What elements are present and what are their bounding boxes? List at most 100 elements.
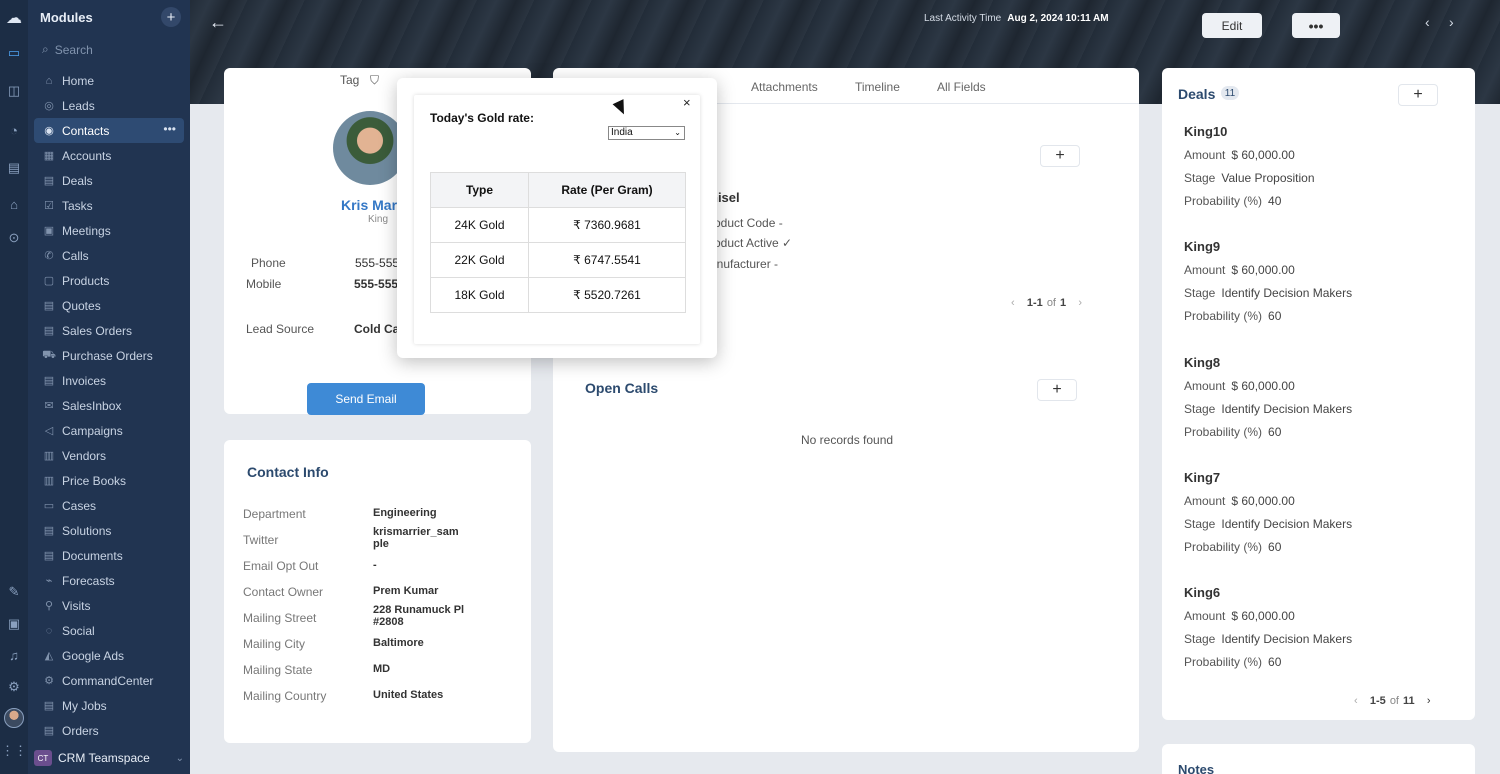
sidebar-item-forecasts[interactable]: ⌁ Forecasts <box>28 568 190 593</box>
more-actions-button[interactable]: ••• <box>1292 13 1340 38</box>
gold-rate-modal: Today's Gold rate: × India ⌄ Type Rate (… <box>397 78 717 358</box>
next-record-icon[interactable]: › <box>1449 14 1454 30</box>
deal-name[interactable]: King9 <box>1184 239 1464 263</box>
mobile-value[interactable]: 555-555 <box>354 277 398 291</box>
sidebar-item-visits[interactable]: ⚲ Visits <box>28 593 190 618</box>
pager-prev-icon[interactable]: ‹ <box>1354 695 1358 707</box>
teamspace-label: CRM Teamspace <box>58 751 150 765</box>
notes-card: Notes <box>1162 744 1475 774</box>
commandcenter-icon: ⚙ <box>44 675 54 687</box>
country-select-value: India <box>611 127 633 138</box>
teamspace-badge: CT <box>34 750 52 766</box>
module-sidebar: Modules + ⌕ Search ⌂ Home ◎ Leads ◉ Contact… <box>28 0 190 774</box>
sidebar-item-contacts[interactable]: ◉ Contacts ••• <box>34 118 184 143</box>
edit-button[interactable]: Edit <box>1202 13 1262 38</box>
sidebar-item-calls[interactable]: ✆ Calls <box>28 243 190 268</box>
bell-icon[interactable]: ♫ <box>5 646 23 664</box>
manufacturer-field: anufacturer - <box>710 257 779 271</box>
purchase-orders-icon: ⛟ <box>42 348 56 361</box>
vendors-icon: ▥ <box>43 450 55 462</box>
search-zoom-icon[interactable]: ⊙ <box>5 229 23 247</box>
sidebar-item-home[interactable]: ⌂ Home <box>28 68 190 93</box>
phone-value[interactable]: 555-555 <box>355 256 399 270</box>
gold-rate-title: Today's Gold rate: <box>430 111 534 125</box>
store-icon[interactable]: ⌂ <box>5 195 23 213</box>
sidebar-item-social[interactable]: ◌ Social <box>28 618 190 643</box>
calendar-icon[interactable]: ▣ <box>5 615 23 633</box>
pie-chart-icon[interactable]: ◔ <box>5 121 23 139</box>
documents-icon: ▤ <box>43 550 55 562</box>
contacts-icon: ◉ <box>44 125 54 137</box>
sidebar-item-purchase-orders[interactable]: ⛟ Purchase Orders <box>28 343 190 368</box>
teamspace-switcher[interactable]: CT CRM Teamspace ⌄ <box>34 746 184 770</box>
calls-icon: ✆ <box>44 250 54 262</box>
solutions-icon: ▤ <box>43 525 55 537</box>
my-jobs-icon: ▤ <box>43 700 55 712</box>
close-icon[interactable]: × <box>683 95 691 110</box>
notes-icon[interactable]: ▤ <box>5 159 23 177</box>
google-ads-icon: ◭ <box>44 650 54 662</box>
deals-heading: Deals <box>1178 86 1216 102</box>
tab-attachments[interactable]: Attachments <box>751 80 818 94</box>
sidebar-item-solutions[interactable]: ▤ Solutions <box>28 518 190 543</box>
settings-icon[interactable]: ⚙ <box>5 678 23 696</box>
pager-next-icon[interactable]: › <box>1427 695 1431 707</box>
deal-name[interactable]: King7 <box>1184 470 1464 494</box>
sidebar-item-salesinbox[interactable]: ✉ SalesInbox <box>28 393 190 418</box>
sidebar-item-sales-orders[interactable]: ▤ Sales Orders <box>28 318 190 343</box>
sidebar-item-price-books[interactable]: ▥ Price Books <box>28 468 190 493</box>
cloud-logo-icon[interactable]: ☁ <box>5 9 23 27</box>
add-call-button[interactable]: + <box>1037 379 1077 401</box>
edit-note-icon[interactable]: ✎ <box>5 583 23 601</box>
sidebar-item-quotes[interactable]: ▤ Quotes <box>28 293 190 318</box>
meetings-icon: ▣ <box>43 225 55 237</box>
sidebar-item-commandcenter[interactable]: ⚙ CommandCenter <box>28 668 190 693</box>
sidebar-search[interactable]: ⌕ Search <box>42 42 93 57</box>
deal-name[interactable]: King6 <box>1184 585 1464 609</box>
sidebar-item-products[interactable]: ▢ Products <box>28 268 190 293</box>
pager-prev-icon[interactable]: ‹ <box>1011 297 1015 309</box>
add-deal-button[interactable]: + <box>1398 84 1438 106</box>
contact-photo[interactable] <box>333 111 407 185</box>
tab-timeline[interactable]: Timeline <box>855 80 900 94</box>
product-code-field: roduct Code - <box>710 216 783 230</box>
sidebar-item-invoices[interactable]: ▤ Invoices <box>28 368 190 393</box>
sidebar-item-accounts[interactable]: ▦ Accounts <box>28 143 190 168</box>
add-product-button[interactable]: + <box>1040 145 1080 167</box>
previous-record-icon[interactable]: ‹ <box>1425 14 1430 30</box>
user-avatar[interactable] <box>4 708 24 728</box>
deal-name[interactable]: King8 <box>1184 355 1464 379</box>
sidebar-item-tasks[interactable]: ☑ Tasks <box>28 193 190 218</box>
sidebar-item-documents[interactable]: ▤ Documents <box>28 543 190 568</box>
sidebar-item-google-ads[interactable]: ◭ Google Ads <box>28 643 190 668</box>
folder-icon[interactable]: ▭ <box>5 44 23 62</box>
apps-grid-icon[interactable]: ⋮⋮ <box>1 742 27 760</box>
more-options-icon[interactable]: ••• <box>163 122 176 136</box>
last-activity-value: Aug 2, 2024 10:11 AM <box>1007 13 1109 24</box>
accounts-icon: ▦ <box>43 150 55 162</box>
column-header-rate: Rate (Per Gram) <box>528 172 686 208</box>
lead-source-label: Lead Source <box>246 322 315 336</box>
deal-name[interactable]: King10 <box>1184 124 1464 148</box>
sidebar-item-leads[interactable]: ◎ Leads <box>28 93 190 118</box>
country-select[interactable]: India ⌄ <box>608 126 685 140</box>
deal-item: King10 Amount $ 60,000.00 Stage Value Prop… <box>1184 124 1464 217</box>
back-arrow-icon[interactable]: ← <box>209 12 227 33</box>
analytics-icon[interactable]: ◫ <box>5 82 23 100</box>
product-active-field: roduct Active ✓ <box>710 236 793 250</box>
sidebar-item-deals[interactable]: ▤ Deals <box>28 168 190 193</box>
add-module-button[interactable]: + <box>161 7 181 27</box>
sidebar-item-cases[interactable]: ▭ Cases <box>28 493 190 518</box>
send-email-button[interactable]: Send Email <box>307 383 425 415</box>
sidebar-item-my-jobs[interactable]: ▤ My Jobs <box>28 693 190 718</box>
home-icon: ⌂ <box>45 74 53 87</box>
sidebar-item-orders[interactable]: ▤ Orders <box>28 718 190 743</box>
pager-next-icon[interactable]: › <box>1078 297 1082 309</box>
sidebar-item-vendors[interactable]: ▥ Vendors <box>28 443 190 468</box>
sidebar-item-campaigns[interactable]: ◁ Campaigns <box>28 418 190 443</box>
tag-icon[interactable]: ⛉ <box>370 73 379 88</box>
sidebar-item-meetings[interactable]: ▣ Meetings <box>28 218 190 243</box>
chevron-down-icon: ⌄ <box>674 128 681 137</box>
deals-icon: ▤ <box>43 175 55 187</box>
tab-all-fields[interactable]: All Fields <box>937 80 986 94</box>
